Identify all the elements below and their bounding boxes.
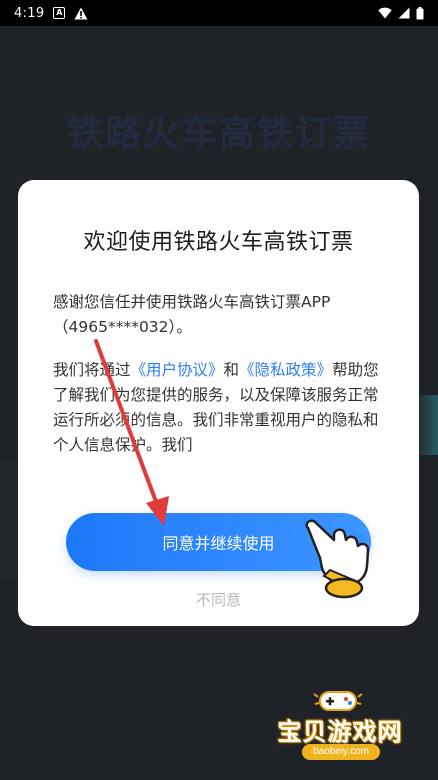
annotation-arrow-icon [94, 339, 169, 526]
watermark-text: 宝贝游戏网 [277, 718, 403, 746]
gamepad-logo-icon [313, 691, 363, 711]
watermark-url: baobeiy.com [302, 744, 380, 760]
pointing-hand-icon [305, 519, 370, 599]
watermark: 宝贝游戏网 baobeiy.com [260, 688, 420, 768]
